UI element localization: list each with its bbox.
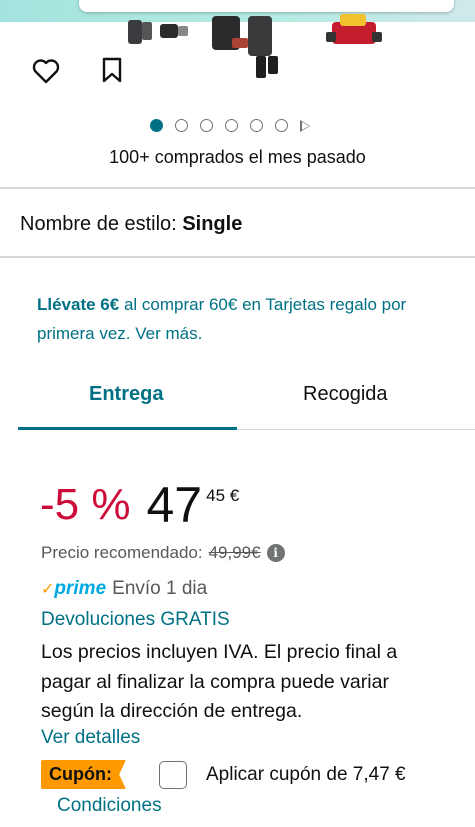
prime-shipping: ✓ prime Envío 1 dia [41, 578, 207, 600]
gallery-dot[interactable] [250, 119, 263, 132]
vat-note: Los precios incluyen IVA. El precio fina… [41, 641, 398, 722]
shipping-text: Envío 1 dia [112, 578, 208, 599]
info-icon[interactable]: i [266, 544, 285, 562]
tab-entrega[interactable]: Entrega [89, 383, 163, 406]
gift-card-promo[interactable]: Llévate 6€ al comprar 60€ en Tarjetas re… [37, 290, 447, 348]
style-selector[interactable]: Nombre de estilo: Single [20, 213, 242, 236]
coupon-row: Cupón: Aplicar cupón de 7,47 € [41, 760, 406, 789]
product-image[interactable] [120, 12, 400, 92]
recommended-price: Precio recomendado: 49,99€ i [41, 543, 285, 563]
rrp-value: 49,99€ [208, 543, 261, 562]
section-divider [0, 187, 475, 189]
rrp-label: Precio recomendado: [41, 543, 203, 562]
coupon-badge: Cupón: [41, 760, 126, 789]
gallery-dot[interactable] [225, 119, 238, 132]
tab-active-indicator [18, 427, 237, 430]
delivery-tabs: Entrega Recogida [0, 383, 475, 433]
prime-check-icon: ✓ [41, 581, 55, 598]
prime-logo: prime [54, 578, 107, 599]
style-label: Nombre de estilo: [20, 213, 177, 235]
bought-count: 100+ comprados el mes pasado [109, 147, 366, 167]
coupon-checkbox[interactable] [158, 760, 187, 789]
tab-recogida[interactable]: Recogida [303, 383, 388, 406]
bookmark-icon[interactable] [98, 54, 126, 86]
price-block: -5 % 47 45 € [40, 478, 239, 532]
gallery-pagination[interactable] [150, 119, 310, 132]
section-divider [0, 256, 475, 258]
promo-highlight: Llévate 6€ [37, 295, 120, 314]
coupon-text[interactable]: Aplicar cupón de 7,47 € [206, 764, 406, 786]
details-link[interactable]: Ver detalles [41, 727, 140, 749]
play-icon[interactable] [300, 119, 310, 132]
gallery-dot[interactable] [200, 119, 213, 132]
gallery-dot[interactable] [175, 119, 188, 132]
free-returns-link[interactable]: Devoluciones GRATIS [41, 609, 230, 631]
price-whole: 47 [146, 477, 203, 533]
coupon-conditions-link[interactable]: Condiciones [57, 795, 162, 817]
heart-icon[interactable] [30, 56, 62, 86]
style-value: Single [182, 213, 243, 235]
search-bar[interactable] [79, 0, 454, 12]
gallery-dot[interactable] [275, 119, 288, 132]
price-fraction: 45 € [206, 486, 240, 505]
discount-percent: -5 % [40, 480, 131, 529]
gallery-dot[interactable] [150, 119, 163, 132]
